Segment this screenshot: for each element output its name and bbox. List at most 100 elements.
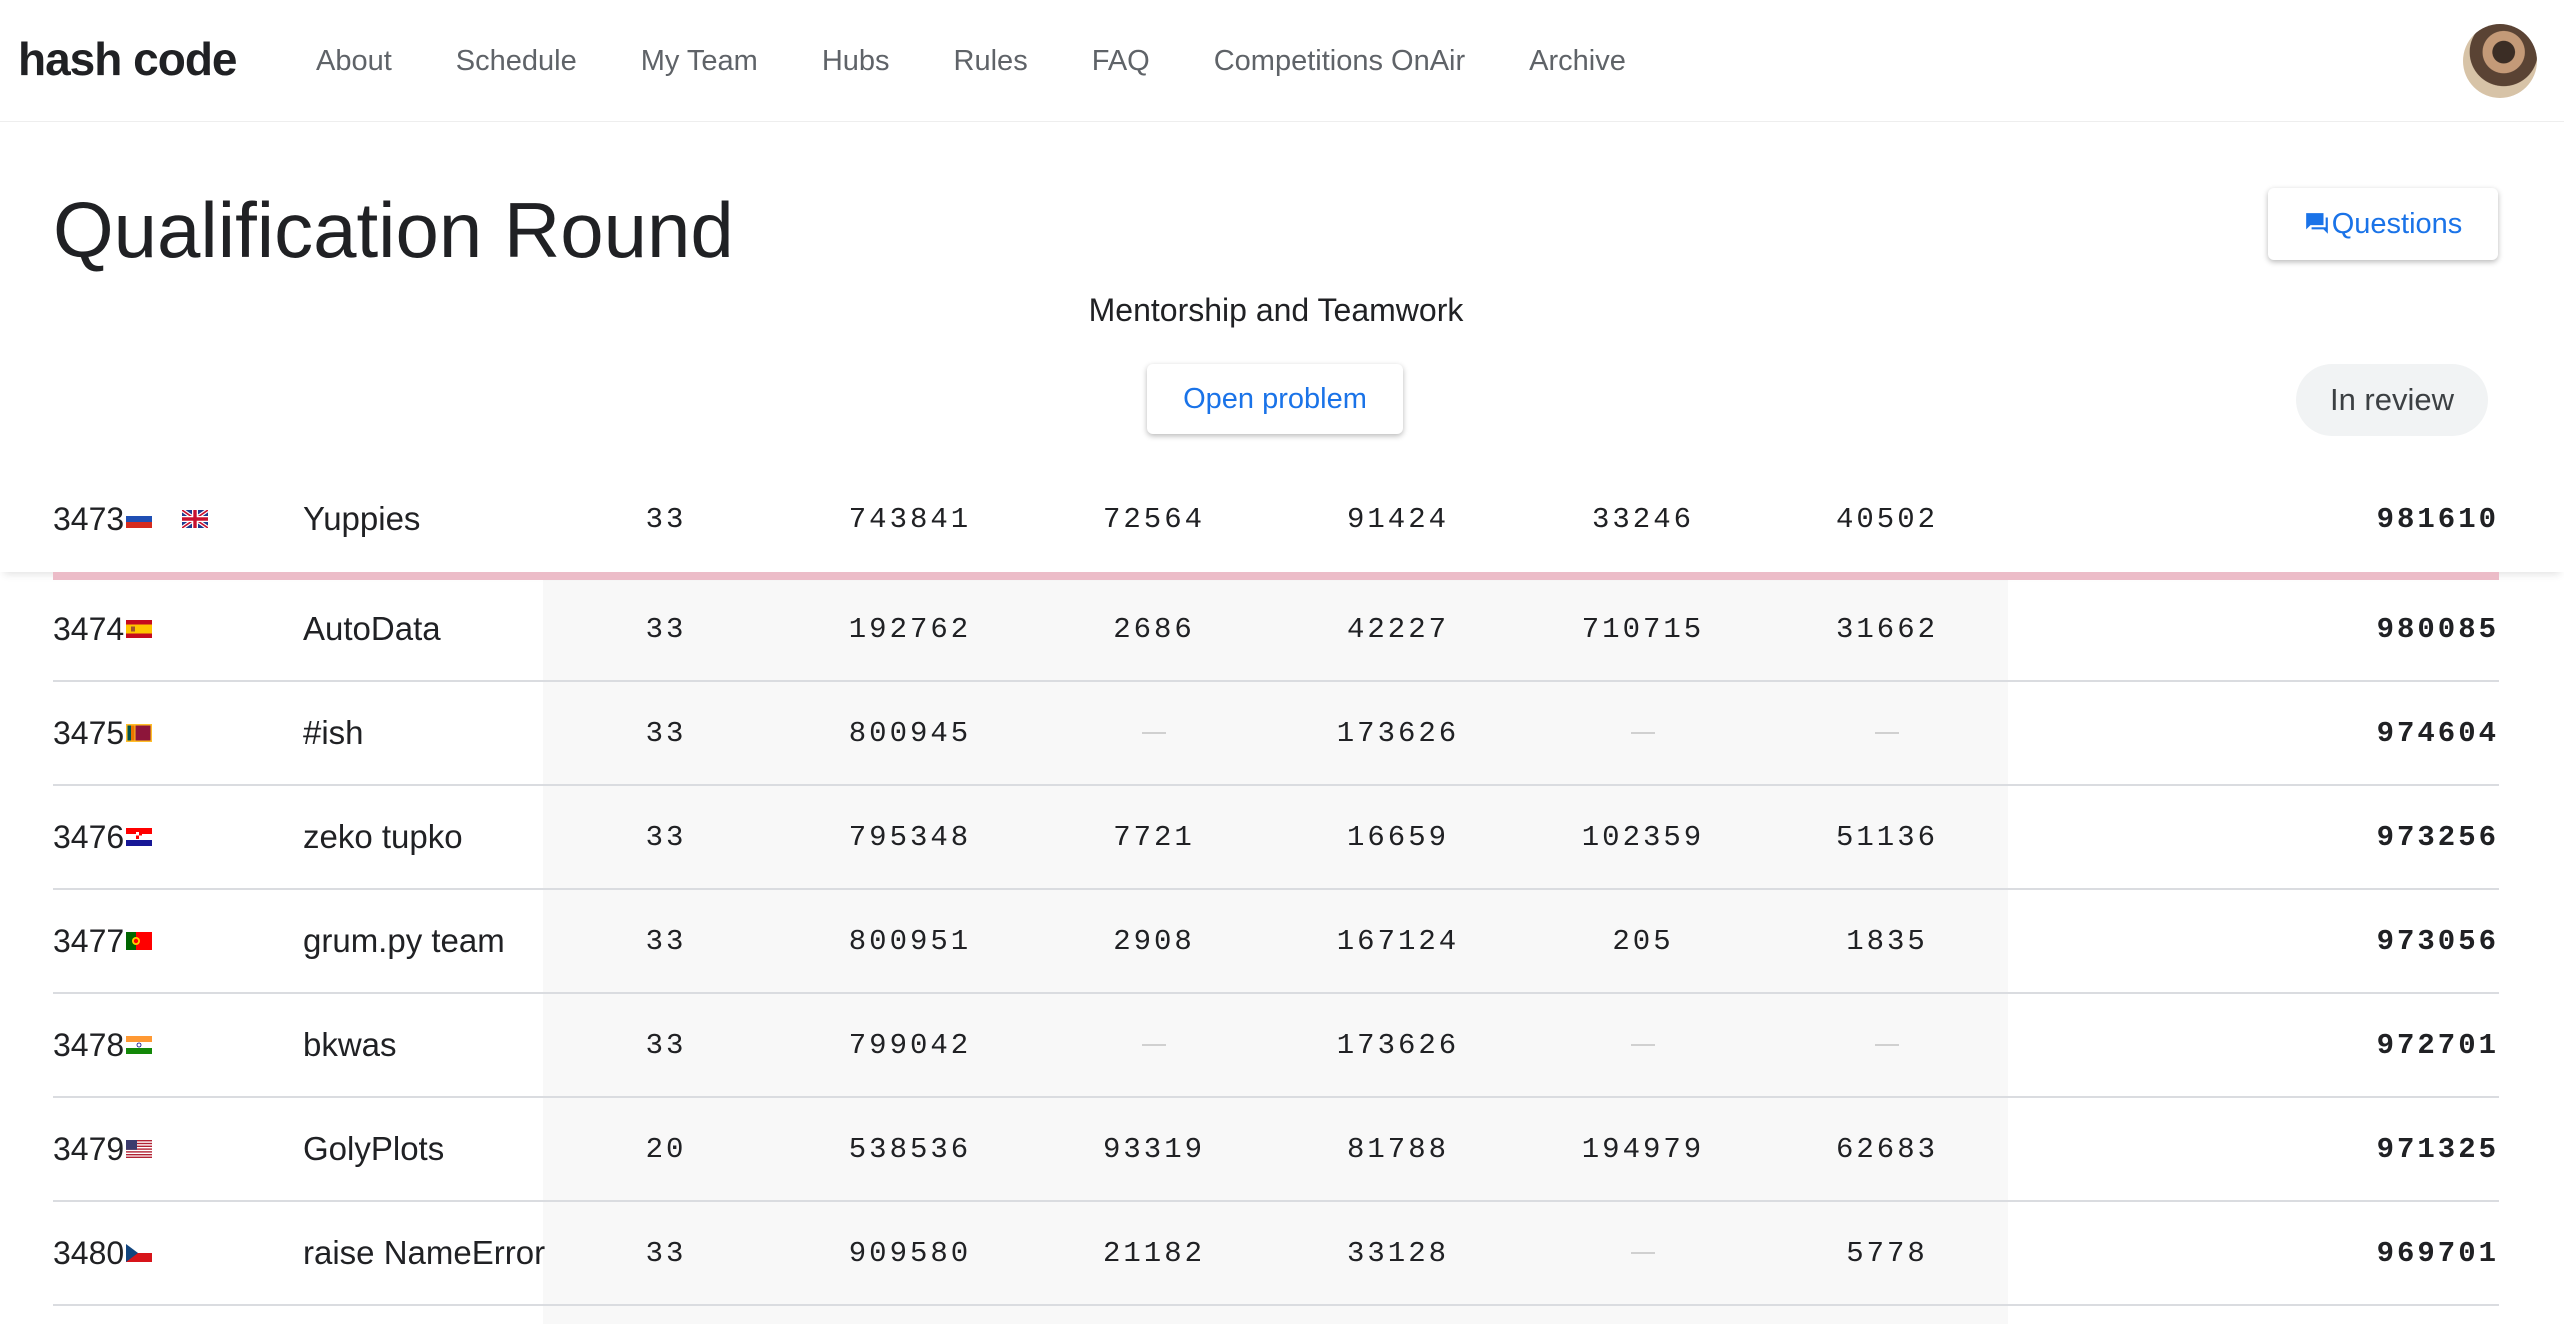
questions-label: Questions: [2331, 207, 2463, 240]
score-c: 93319: [1102, 1132, 1205, 1166]
table-row[interactable]: 3475 #ish 33 800945 173626 974604: [53, 682, 2499, 786]
table-row[interactable]: 3476 zeko tupko 33 795348 7721 16659 102359 511…: [53, 786, 2499, 890]
hashcode-logo[interactable]: hash code: [18, 30, 238, 88]
score-d: 91424: [1346, 502, 1449, 536]
flag-czech-republic-icon: [126, 1244, 153, 1262]
score-a: 33: [645, 820, 687, 854]
team-name[interactable]: #ish: [303, 682, 364, 784]
score-b: 800945: [848, 716, 972, 750]
score-d: 81788: [1346, 1132, 1449, 1166]
chat-icon: [2305, 213, 2328, 234]
rank: 3473: [53, 500, 125, 537]
score-a: 33: [645, 1028, 687, 1062]
user-avatar[interactable]: [2463, 24, 2537, 98]
flag-united-states-icon: [126, 1140, 153, 1158]
team-name[interactable]: bkwas: [303, 994, 397, 1096]
score-e: 710715: [1581, 612, 1705, 646]
team-name[interactable]: zeko tupko: [303, 786, 463, 888]
total-score: 981610: [2376, 502, 2499, 536]
team-name[interactable]: grum.py team: [303, 890, 505, 992]
empty-score-dash: [1044, 994, 1264, 1096]
dash-icon: [1142, 1044, 1166, 1046]
empty-score-dash: [1533, 1202, 1753, 1304]
rank-cell: 3477: [53, 890, 153, 992]
rank: 3480: [53, 1234, 125, 1271]
round-subtitle: Mentorship and Teamwork: [1088, 292, 1464, 328]
flag-russia-icon: [126, 510, 153, 528]
pinned-team-row[interactable]: 3473 Yuppies 33 743841 72564 91424 33246 40502 9…: [0, 466, 2564, 572]
team-name[interactable]: AutoData: [303, 578, 441, 680]
total-score: 973256: [2376, 820, 2499, 854]
team-name[interactable]: raise NameError: [303, 1202, 545, 1304]
nav-rules[interactable]: Rules: [954, 45, 1028, 78]
top-nav-bar: hash code About Schedule My Team Hubs Ru…: [0, 0, 2564, 122]
total-score: 980085: [2376, 612, 2499, 646]
score-a: 33: [645, 716, 687, 750]
score-a: 33: [645, 502, 687, 536]
empty-score-dash: [1777, 994, 1997, 1096]
flag-portugal-icon: [126, 932, 153, 950]
total-score: 974604: [2376, 716, 2499, 750]
total-score: 971325: [2376, 1132, 2499, 1166]
rank-cell: 3474: [53, 578, 153, 680]
table-row[interactable]: 3480 raise NameError 33 909580 21182 33128 577…: [53, 1202, 2499, 1306]
rank: 3475: [53, 714, 125, 751]
empty-score-dash: [1777, 682, 1997, 784]
score-c: 72564: [1102, 502, 1205, 536]
score-c: 21182: [1102, 1236, 1205, 1270]
team-name[interactable]: Yuppies: [303, 466, 420, 572]
flag-india-icon: [126, 1036, 153, 1054]
team-name[interactable]: GolyPlots: [303, 1098, 444, 1200]
nav-my-team[interactable]: My Team: [641, 45, 758, 78]
rank-cell: 3480: [53, 1202, 153, 1304]
score-f: 51136: [1835, 820, 1938, 854]
score-d: 33128: [1346, 1236, 1449, 1270]
score-e: 33246: [1591, 502, 1694, 536]
rank-cell: 3476: [53, 786, 153, 888]
nav-archive[interactable]: Archive: [1529, 45, 1626, 78]
score-c: 2686: [1113, 612, 1195, 646]
dash-icon: [1631, 732, 1655, 734]
page-title: Qualification Round: [53, 186, 734, 274]
rank: 3474: [53, 610, 125, 647]
total-score: 969701: [2376, 1236, 2499, 1270]
score-c: 7721: [1113, 820, 1195, 854]
nav-schedule[interactable]: Schedule: [456, 45, 577, 78]
score-e: 102359: [1581, 820, 1705, 854]
score-d: 16659: [1346, 820, 1449, 854]
dash-icon: [1875, 732, 1899, 734]
score-a: 33: [645, 1236, 687, 1270]
nav-hubs[interactable]: Hubs: [822, 45, 890, 78]
nav-competitions-onair[interactable]: Competitions OnAir: [1214, 45, 1465, 78]
table-row[interactable]: 3478 bkwas 33 799042 173626 972701: [53, 994, 2499, 1098]
score-b: 800951: [848, 924, 972, 958]
questions-button[interactable]: Questions: [2268, 188, 2498, 260]
score-b: 909580: [848, 1236, 972, 1270]
score-c: 2908: [1113, 924, 1195, 958]
table-row[interactable]: 3477 grum.py team 33 800951 2908 167124 205 183…: [53, 890, 2499, 994]
score-f: 1835: [1846, 924, 1928, 958]
score-d: 173626: [1336, 716, 1460, 750]
rank: 3476: [53, 818, 125, 855]
rank: 3478: [53, 1026, 125, 1063]
score-f: 62683: [1835, 1132, 1938, 1166]
table-row[interactable]: 3474 AutoData 33 192762 2686 42227 710715 31662…: [53, 578, 2499, 682]
open-problem-button[interactable]: Open problem: [1147, 364, 1403, 434]
dash-icon: [1142, 732, 1166, 734]
dash-icon: [1631, 1252, 1655, 1254]
score-b: 743841: [848, 502, 972, 536]
score-a: 20: [645, 1132, 687, 1166]
score-e: 205: [1612, 924, 1674, 958]
flag-spain-icon: [126, 620, 153, 638]
score-b: 799042: [848, 1028, 972, 1062]
dash-icon: [1631, 1044, 1655, 1046]
score-b: 192762: [848, 612, 972, 646]
nav-faq[interactable]: FAQ: [1092, 45, 1150, 78]
total-score: 973056: [2376, 924, 2499, 958]
flag-sri-lanka-icon: [126, 724, 153, 742]
empty-score-dash: [1533, 682, 1753, 784]
score-d: 42227: [1346, 612, 1449, 646]
score-d: 167124: [1336, 924, 1460, 958]
nav-about[interactable]: About: [316, 45, 392, 78]
table-row[interactable]: 3479 GolyPlots 20 538536 93319 81788 194979 626…: [53, 1098, 2499, 1202]
